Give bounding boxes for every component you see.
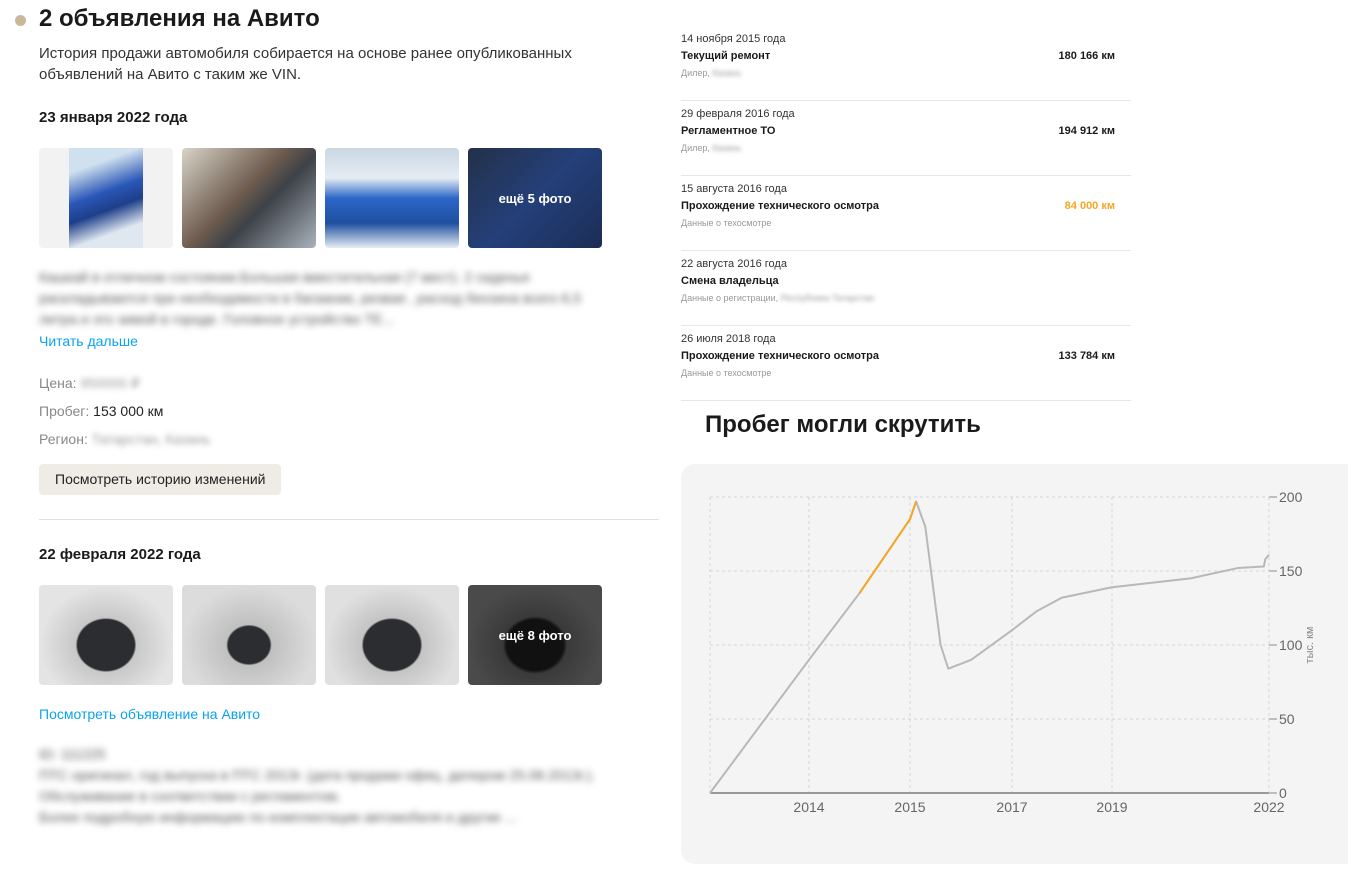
event-mileage: 133 784 км <box>1058 350 1115 362</box>
suspicious-mileage-segment <box>858 501 918 594</box>
history-event: 22 августа 2016 года Смена владельца Данны… <box>681 251 1131 326</box>
mileage-line <box>709 500 1270 794</box>
history-events-list: 14 ноября 2015 года Текущий ремонт Дилер, … <box>681 26 1131 401</box>
divider <box>39 519 659 520</box>
event-mileage: 180 166 км <box>1058 50 1115 62</box>
listing-photo[interactable] <box>182 585 316 685</box>
listing-photos: ещё 8 фото <box>39 585 602 685</box>
view-history-button[interactable]: Посмотреть историю изменений <box>39 464 282 495</box>
read-more-link[interactable]: Читать дальше <box>39 333 138 349</box>
section-title: 2 объявления на Авито <box>39 5 320 32</box>
more-photos-button[interactable]: ещё 8 фото <box>468 585 602 685</box>
history-event: 15 августа 2016 года Прохождение техничес… <box>681 176 1131 251</box>
section-intro: История продажи автомобиля собирается на… <box>39 45 572 83</box>
x-tick-label: 2017 <box>996 799 1027 815</box>
view-on-avito-link[interactable]: Посмотреть объявление на Авито <box>39 706 260 722</box>
listing-photos: ещё 5 фото <box>39 148 602 248</box>
history-event: 14 ноября 2015 года Текущий ремонт Дилер, … <box>681 26 1131 101</box>
region-row: Регион: Татарстан, Казань <box>39 431 211 447</box>
mileage-value: 153 000 км <box>93 403 164 419</box>
listing-photo[interactable] <box>325 585 459 685</box>
history-event: 29 февраля 2016 года Регламентное ТО Дилер… <box>681 101 1131 176</box>
x-tick-label: 2014 <box>793 799 824 815</box>
mileage-row: Пробег: 153 000 км <box>39 403 164 419</box>
y-tick-label: 100 <box>1279 637 1303 653</box>
history-event: 26 июля 2018 года Прохождение техническог… <box>681 326 1131 401</box>
listing-description: ID: 111225 ПТС оригинал, год выпуска в П… <box>39 746 596 825</box>
y-tick-label: 50 <box>1279 711 1295 727</box>
mileage-chart: 0 50 100 150 200 2014 2015 2017 2019 2022 тыс. км <box>681 464 1348 864</box>
region-value: Татарстан, Казань <box>91 431 211 447</box>
listing-photo[interactable] <box>39 585 173 685</box>
listing-photo[interactable] <box>325 148 459 248</box>
listing-description: Кашкай в отличном состоянии.Большая вмес… <box>39 269 582 327</box>
listing-date: 23 января 2022 года <box>39 109 188 126</box>
price-value: 950000 ₽ <box>80 375 140 391</box>
listing-photo[interactable] <box>39 148 173 248</box>
x-tick-label: 2019 <box>1096 799 1127 815</box>
price-row: Цена: 950000 ₽ <box>39 375 140 391</box>
x-tick-label: 2022 <box>1253 799 1284 815</box>
x-tick-label: 2015 <box>894 799 925 815</box>
y-axis-label: тыс. км <box>1304 627 1316 664</box>
y-tick-label: 150 <box>1279 563 1303 579</box>
event-mileage: 194 912 км <box>1058 125 1115 137</box>
section-bullet-icon <box>15 15 26 26</box>
mileage-chart-svg: 0501001502002014 2015 2017 2019 2022тыс. км <box>709 489 1316 815</box>
event-mileage-warning: 84 000 км <box>1064 200 1115 212</box>
listing-date: 22 февраля 2022 года <box>39 546 201 563</box>
listing-photo[interactable] <box>182 148 316 248</box>
chart-title: Пробег могли скрутить <box>705 411 981 438</box>
y-tick-label: 200 <box>1279 489 1303 505</box>
more-photos-button[interactable]: ещё 5 фото <box>468 148 602 248</box>
